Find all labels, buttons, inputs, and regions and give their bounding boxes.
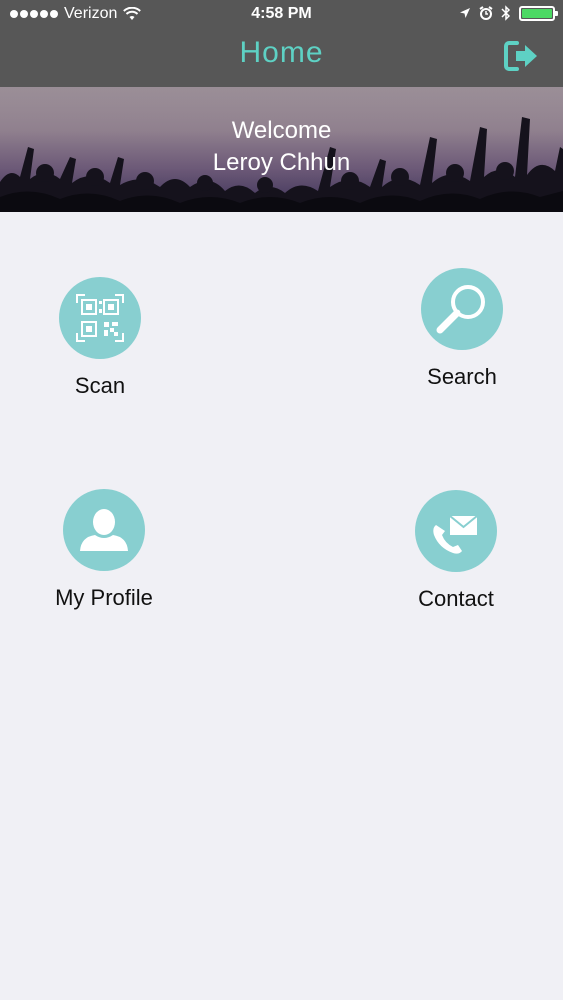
search-label: Search bbox=[427, 364, 497, 389]
scan-circle bbox=[59, 277, 141, 359]
my-profile-label: My Profile bbox=[55, 585, 153, 610]
welcome-text: Welcome bbox=[231, 117, 332, 144]
welcome-banner: Welcome Leroy Chhun bbox=[0, 87, 563, 212]
contact-label: Contact bbox=[418, 586, 494, 611]
search-button[interactable]: Search bbox=[402, 268, 522, 390]
contact-button[interactable]: Contact bbox=[396, 490, 516, 612]
profile-circle bbox=[63, 489, 145, 571]
location-arrow-icon bbox=[460, 8, 470, 18]
scan-button[interactable]: Scan bbox=[40, 277, 160, 399]
welcome-message: Welcome Leroy Chhun bbox=[0, 115, 563, 179]
my-profile-button[interactable]: My Profile bbox=[34, 489, 174, 611]
logout-icon bbox=[504, 41, 537, 71]
logout-button[interactable] bbox=[503, 40, 541, 72]
search-circle bbox=[421, 268, 503, 350]
battery-icon bbox=[519, 5, 558, 21]
user-name: Leroy Chhun bbox=[212, 149, 351, 176]
qr-code-icon bbox=[76, 294, 124, 342]
user-icon bbox=[80, 509, 128, 551]
scan-label: Scan bbox=[74, 373, 126, 398]
contact-circle bbox=[415, 490, 497, 572]
status-bar: Verizon 4:58 PM bbox=[0, 0, 563, 30]
phone-mail-icon bbox=[433, 515, 478, 554]
alarm-icon bbox=[479, 6, 493, 20]
magnifier-icon bbox=[436, 285, 485, 334]
page-title: Home bbox=[239, 36, 324, 69]
navigation-bar: Verizon 4:58 PM Home bbox=[0, 0, 563, 87]
bluetooth-icon bbox=[501, 5, 511, 21]
